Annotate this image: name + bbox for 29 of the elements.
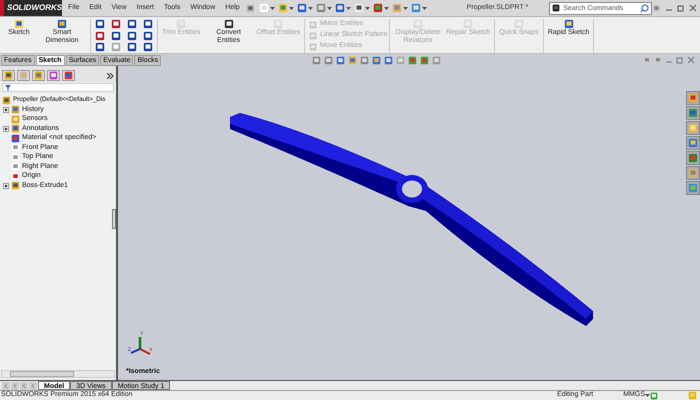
splitter-handle[interactable] bbox=[112, 209, 116, 229]
filter-icon[interactable] bbox=[5, 84, 11, 90]
caret-icon[interactable] bbox=[326, 6, 332, 10]
expand-icon[interactable] bbox=[3, 182, 9, 189]
caret-icon[interactable] bbox=[270, 6, 275, 10]
caret-icon[interactable] bbox=[288, 6, 294, 10]
caret-icon[interactable] bbox=[364, 6, 370, 10]
caret-icon[interactable] bbox=[422, 6, 427, 10]
close-icon[interactable] bbox=[689, 4, 697, 12]
tab-scroll-arrow-icon[interactable] bbox=[29, 382, 37, 390]
caret-icon[interactable] bbox=[308, 6, 313, 10]
expand-icon[interactable] bbox=[3, 106, 9, 113]
tab-scroll-arrow-icon[interactable] bbox=[2, 382, 10, 390]
horizontal-scrollbar[interactable] bbox=[1, 370, 115, 378]
expand-icon[interactable] bbox=[3, 126, 9, 132]
caret-icon[interactable] bbox=[645, 394, 650, 397]
caret-icon[interactable] bbox=[402, 6, 408, 10]
expand-chevron-icon[interactable] bbox=[107, 72, 114, 78]
close-icon[interactable] bbox=[687, 56, 695, 64]
caret-icon[interactable] bbox=[384, 6, 389, 10]
tab-scroll-arrow-icon[interactable] bbox=[11, 382, 19, 390]
app-logo: SOLIDWORKS bbox=[0, 0, 62, 16]
restore-icon[interactable] bbox=[677, 4, 685, 12]
filter-field[interactable] bbox=[2, 83, 114, 92]
tab-scroll-arrow-icon[interactable] bbox=[20, 382, 28, 390]
caret-icon[interactable] bbox=[346, 6, 351, 10]
scrollbar-thumb[interactable] bbox=[10, 371, 74, 377]
search-icon[interactable] bbox=[640, 4, 649, 12]
restore-icon[interactable] bbox=[676, 56, 684, 64]
